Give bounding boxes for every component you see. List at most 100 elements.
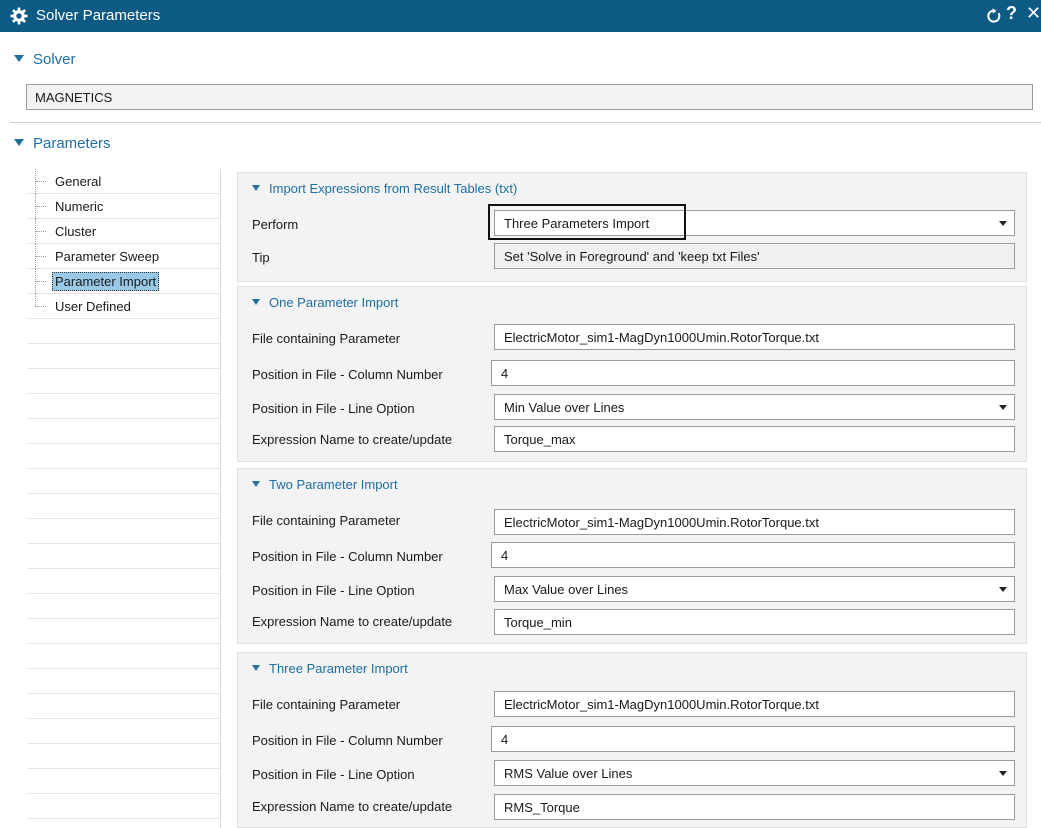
column-number-input[interactable]: 4 — [491, 360, 1015, 386]
window-title: Solver Parameters — [36, 7, 161, 24]
line-option-dropdown[interactable]: Max Value over Lines — [494, 576, 1015, 602]
tree-empty-row — [27, 344, 221, 369]
column-number-input[interactable]: 4 — [491, 726, 1015, 752]
collapse-triangle-icon — [252, 299, 260, 305]
solver-group-header[interactable]: Solver — [14, 51, 76, 68]
chevron-down-icon — [999, 587, 1007, 592]
section-title: Three Parameter Import — [269, 661, 408, 676]
tree-empty-row — [27, 719, 221, 744]
close-icon[interactable]: ✕ — [1026, 3, 1041, 24]
tree-empty-row — [27, 469, 221, 494]
three-parameter-import-header[interactable]: Three Parameter Import — [252, 661, 408, 676]
tree-empty-row — [27, 794, 221, 819]
collapse-triangle-icon — [252, 481, 260, 487]
parameter-tree: General Numeric Cluster Parameter Sweep … — [27, 169, 221, 828]
file-input[interactable]: ElectricMotor_sim1-MagDyn1000Umin.RotorT… — [494, 324, 1015, 350]
tree-item-numeric[interactable]: Numeric — [27, 194, 221, 219]
tree-empty-row — [27, 669, 221, 694]
tree-item-cluster[interactable]: Cluster — [27, 219, 221, 244]
line-option-value: RMS Value over Lines — [504, 766, 633, 781]
expression-name-input[interactable]: Torque_max — [494, 426, 1015, 452]
tree-empty-row — [27, 394, 221, 419]
tree-item-general[interactable]: General — [27, 169, 221, 194]
tree-empty-row — [27, 494, 221, 519]
section-title: Import Expressions from Result Tables (t… — [269, 181, 518, 196]
tree-empty-row — [27, 319, 221, 344]
import-expressions-header[interactable]: Import Expressions from Result Tables (t… — [252, 181, 517, 196]
expression-name-input[interactable]: RMS_Torque — [494, 794, 1015, 820]
perform-label: Perform — [252, 217, 299, 232]
tree-item-parameter-sweep[interactable]: Parameter Sweep — [27, 244, 221, 269]
column-number-input[interactable]: 4 — [491, 542, 1015, 568]
tree-item-label: General — [55, 174, 102, 189]
three-parameter-import-section: Three Parameter Import File containing P… — [237, 652, 1027, 828]
tree-empty-row — [27, 369, 221, 394]
one-parameter-import-section: One Parameter Import File containing Par… — [237, 286, 1027, 462]
tree-empty-row — [27, 594, 221, 619]
two-parameter-import-header[interactable]: Two Parameter Import — [252, 477, 398, 492]
line-option-dropdown[interactable]: RMS Value over Lines — [494, 760, 1015, 786]
tree-branch-line — [35, 194, 46, 219]
line-option-value: Max Value over Lines — [504, 582, 629, 597]
tree-branch-line — [35, 294, 46, 307]
gear-icon — [10, 7, 28, 25]
file-input[interactable]: ElectricMotor_sim1-MagDyn1000Umin.RotorT… — [494, 509, 1015, 535]
tree-item-label: User Defined — [55, 299, 131, 314]
tree-item-label: Parameter Import — [52, 272, 160, 291]
tree-branch-line — [35, 169, 46, 194]
line-option-value: Min Value over Lines — [504, 400, 625, 415]
reset-icon[interactable] — [986, 8, 1002, 24]
collapse-triangle-icon — [14, 55, 24, 62]
tree-item-parameter-import[interactable]: Parameter Import — [27, 269, 221, 294]
tree-branch-line — [35, 269, 46, 294]
collapse-triangle-icon — [252, 185, 260, 191]
parameters-group-header[interactable]: Parameters — [14, 135, 111, 152]
chevron-down-icon — [999, 771, 1007, 776]
tip-label: Tip — [252, 250, 270, 265]
perform-dropdown[interactable]: Three Parameters Import — [494, 210, 1015, 236]
expression-name-label: Expression Name to create/update — [252, 432, 453, 447]
one-parameter-import-header[interactable]: One Parameter Import — [252, 295, 398, 310]
solver-group-label: Solver — [33, 51, 76, 68]
perform-dropdown-value: Three Parameters Import — [504, 216, 650, 231]
tree-branch-line — [35, 219, 46, 244]
divider — [10, 122, 1041, 123]
column-number-label: Position in File - Column Number — [252, 733, 443, 748]
section-title: One Parameter Import — [269, 295, 399, 310]
section-title: Two Parameter Import — [269, 477, 398, 492]
tree-empty-row — [27, 544, 221, 569]
chevron-down-icon — [999, 221, 1007, 226]
collapse-triangle-icon — [14, 139, 24, 146]
two-parameter-import-section: Two Parameter Import File containing Par… — [237, 468, 1027, 644]
tip-value: Set 'Solve in Foreground' and 'keep txt … — [494, 243, 1015, 269]
tree-branch-line — [35, 244, 46, 269]
line-option-label: Position in File - Line Option — [252, 401, 415, 416]
tree-empty-row — [27, 569, 221, 594]
tree-empty-row — [27, 419, 221, 444]
line-option-dropdown[interactable]: Min Value over Lines — [494, 394, 1015, 420]
tree-empty-row — [27, 744, 221, 769]
chevron-down-icon — [999, 405, 1007, 410]
collapse-triangle-icon — [252, 665, 260, 671]
tree-item-label: Numeric — [55, 199, 104, 214]
help-icon[interactable]: ? — [1006, 3, 1017, 24]
expression-name-input[interactable]: Torque_min — [494, 609, 1015, 635]
line-option-label: Position in File - Line Option — [252, 767, 415, 782]
expression-name-label: Expression Name to create/update — [252, 799, 453, 814]
tree-empty-row — [27, 769, 221, 794]
tree-item-label: Cluster — [55, 224, 97, 239]
import-expressions-section: Import Expressions from Result Tables (t… — [237, 172, 1027, 282]
file-label: File containing Parameter — [252, 331, 401, 346]
column-number-label: Position in File - Column Number — [252, 367, 443, 382]
title-bar: Solver Parameters ? ✕ — [0, 0, 1041, 32]
tree-item-user-defined[interactable]: User Defined — [27, 294, 221, 319]
file-input[interactable]: ElectricMotor_sim1-MagDyn1000Umin.RotorT… — [494, 691, 1015, 717]
column-number-label: Position in File - Column Number — [252, 549, 443, 564]
tree-empty-row — [27, 694, 221, 719]
parameters-group-label: Parameters — [33, 135, 111, 152]
tree-empty-row — [27, 519, 221, 544]
solver-value: MAGNETICS — [26, 84, 1033, 110]
file-label: File containing Parameter — [252, 513, 401, 528]
tree-empty-row — [27, 619, 221, 644]
tree-empty-row — [27, 644, 221, 669]
